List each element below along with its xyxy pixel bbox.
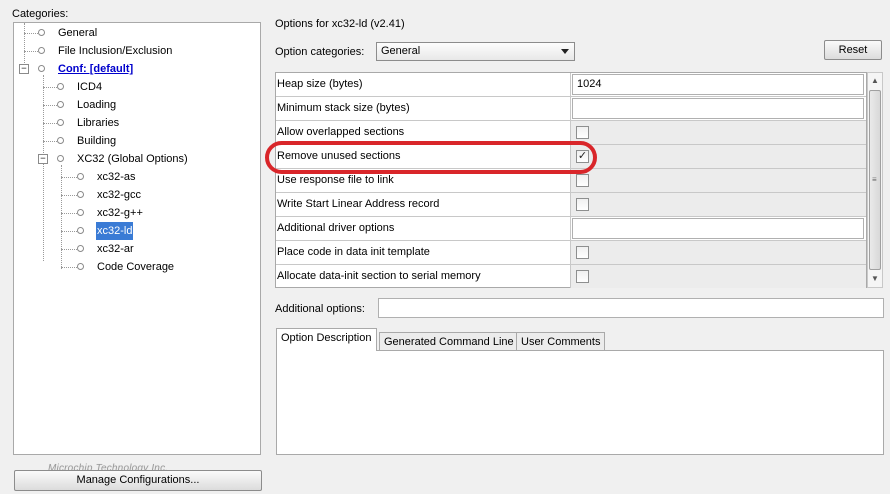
node-dot-icon <box>77 209 84 216</box>
option-label: Remove unused sections <box>276 145 571 168</box>
categories-tree[interactable]: General File Inclusion/Exclusion − Conf:… <box>13 22 261 455</box>
tree-item-label: xc32-gcc <box>97 189 142 201</box>
option-label: Minimum stack size (bytes) <box>276 97 571 120</box>
option-row-allow-overlapped: Allow overlapped sections <box>276 121 866 145</box>
option-categories-value: General <box>381 45 421 57</box>
manage-configurations-button[interactable]: Manage Configurations... <box>14 470 262 491</box>
tree-item-xc32-as[interactable]: xc32-as <box>14 168 260 186</box>
options-title: Options for xc32-ld (v2.41) <box>275 18 405 30</box>
tree-item-label: Code Coverage <box>97 261 175 273</box>
tree-item-building[interactable]: Building <box>14 132 260 150</box>
tree-item-file-inclusion[interactable]: File Inclusion/Exclusion <box>14 42 260 60</box>
min-stack-size-input[interactable] <box>572 98 864 119</box>
option-row-start-linear: Write Start Linear Address record <box>276 193 866 217</box>
option-categories-select[interactable]: General <box>376 42 575 61</box>
additional-driver-input[interactable] <box>572 218 864 239</box>
allow-overlapped-checkbox[interactable] <box>576 126 589 139</box>
tree-item-xc32-ar[interactable]: xc32-ar <box>14 240 260 258</box>
tree-item-label: Conf: [default] <box>58 63 134 75</box>
node-dot-icon <box>57 155 64 162</box>
scroll-up-icon[interactable]: ▲ <box>868 73 882 89</box>
option-row-allocate-data-init: Allocate data-init section to serial mem… <box>276 265 866 289</box>
tree-item-label: File Inclusion/Exclusion <box>58 45 173 57</box>
collapse-icon[interactable]: − <box>38 154 48 164</box>
scroll-thumb[interactable]: ≡ <box>869 90 881 270</box>
tree-item-xc32-global[interactable]: − XC32 (Global Options) <box>14 150 260 168</box>
node-dot-icon <box>77 227 84 234</box>
additional-options-label: Additional options: <box>275 303 365 315</box>
tree-item-label: Libraries <box>77 117 120 129</box>
tree-item-label: xc32-as <box>97 171 136 183</box>
node-dot-icon <box>57 137 64 144</box>
option-row-min-stack: Minimum stack size (bytes) <box>276 97 866 121</box>
option-categories-label: Option categories: <box>275 46 365 58</box>
option-row-place-code: Place code in data init template <box>276 241 866 265</box>
node-dot-icon <box>77 173 84 180</box>
tree-item-conf-default[interactable]: − Conf: [default] <box>14 60 260 78</box>
tree-item-label: xc32-g++ <box>97 207 143 219</box>
option-row-heap-size: Heap size (bytes) 1024 <box>276 73 866 97</box>
option-row-response-file: Use response file to link <box>276 169 866 193</box>
tab-generated-command-line[interactable]: Generated Command Line <box>379 332 519 350</box>
node-dot-icon <box>57 101 64 108</box>
option-label: Allow overlapped sections <box>276 121 571 144</box>
reset-button[interactable]: Reset <box>824 40 882 60</box>
option-row-remove-unused: Remove unused sections ✓ <box>276 145 866 169</box>
node-dot-icon <box>77 245 84 252</box>
node-dot-icon <box>38 29 45 36</box>
node-dot-icon <box>57 119 64 126</box>
option-label: Allocate data-init section to serial mem… <box>276 265 571 288</box>
node-dot-icon <box>38 47 45 54</box>
tab-user-comments[interactable]: User Comments <box>516 332 606 350</box>
node-dot-icon <box>57 83 64 90</box>
allocate-data-init-checkbox[interactable] <box>576 270 589 283</box>
tree-item-label: Building <box>77 135 117 147</box>
tree-item-icd4[interactable]: ICD4 <box>14 78 260 96</box>
tree-item-code-coverage[interactable]: Code Coverage <box>14 258 260 276</box>
tree-item-label: XC32 (Global Options) <box>77 153 188 165</box>
tree-item-label: ICD4 <box>77 81 103 93</box>
node-dot-icon <box>38 65 45 72</box>
dropdown-arrow-icon <box>561 49 569 54</box>
additional-options-input[interactable] <box>378 298 884 318</box>
remove-unused-checkbox[interactable]: ✓ <box>576 150 589 163</box>
tab-option-description[interactable]: Option Description <box>276 328 377 351</box>
option-label: Additional driver options <box>276 217 571 240</box>
response-file-checkbox[interactable] <box>576 174 589 187</box>
tree-item-label: General <box>58 27 98 39</box>
option-label: Use response file to link <box>276 169 571 192</box>
options-scrollbar[interactable]: ▲ ≡ ▼ <box>867 72 883 288</box>
node-dot-icon <box>77 191 84 198</box>
categories-label: Categories: <box>12 8 69 20</box>
tab-content-panel <box>276 350 884 455</box>
checkmark-icon: ✓ <box>577 150 588 162</box>
grip-icon: ≡ <box>872 175 877 184</box>
scroll-down-icon[interactable]: ▼ <box>868 271 882 287</box>
collapse-icon[interactable]: − <box>19 64 29 74</box>
tree-item-label: Loading <box>77 99 117 111</box>
option-label: Heap size (bytes) <box>276 73 571 96</box>
tree-item-label: xc32-ar <box>97 243 134 255</box>
tree-item-xc32-gcc[interactable]: xc32-gcc <box>14 186 260 204</box>
options-table: Heap size (bytes) 1024 Minimum stack siz… <box>275 72 867 288</box>
tree-item-label-selected: xc32-ld <box>94 221 135 241</box>
heap-size-input[interactable]: 1024 <box>572 74 864 95</box>
tree-item-loading[interactable]: Loading <box>14 96 260 114</box>
tree-item-libraries[interactable]: Libraries <box>14 114 260 132</box>
tree-item-xc32-gpp[interactable]: xc32-g++ <box>14 204 260 222</box>
option-label: Place code in data init template <box>276 241 571 264</box>
option-label: Write Start Linear Address record <box>276 193 571 216</box>
tree-item-general[interactable]: General <box>14 24 260 42</box>
place-code-checkbox[interactable] <box>576 246 589 259</box>
option-row-additional-driver: Additional driver options <box>276 217 866 241</box>
start-linear-checkbox[interactable] <box>576 198 589 211</box>
node-dot-icon <box>77 263 84 270</box>
tree-item-xc32-ld[interactable]: xc32-ld <box>14 221 260 241</box>
